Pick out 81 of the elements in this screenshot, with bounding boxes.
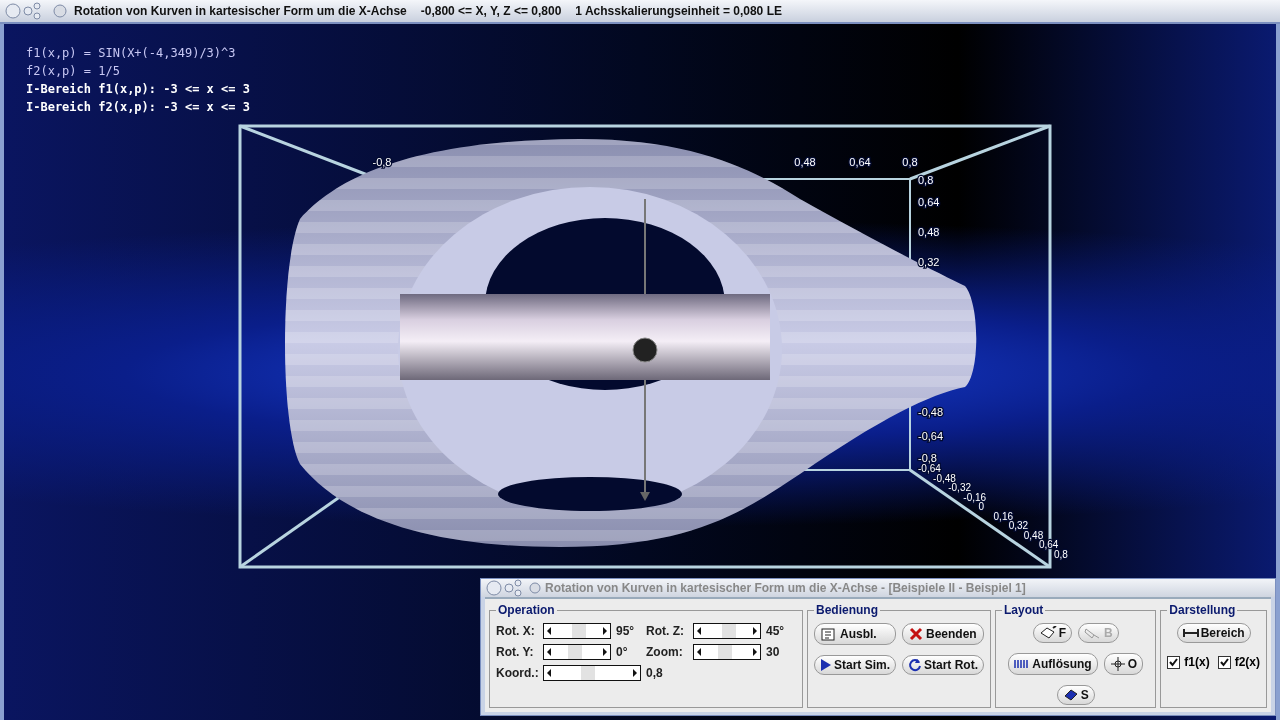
axis-scale-text: 1 Achsskalierungseinheit = 0,080 LE (575, 4, 782, 18)
checkbox[interactable] (1217, 655, 1231, 669)
bars-icon (1014, 659, 1031, 669)
axis-tick-label: 0,64 (849, 156, 871, 168)
axis-tick-label: 0,48 (918, 226, 940, 238)
axis-tick-label: 0,8 (918, 174, 934, 186)
toolbar-button[interactable]: O (1103, 653, 1143, 675)
range-button[interactable]: Bereich (1176, 623, 1251, 643)
slider-track[interactable] (693, 623, 761, 639)
toolbar-button[interactable]: F (1032, 623, 1072, 643)
slider-track[interactable] (543, 644, 611, 660)
group-legend: Layout (1002, 603, 1046, 617)
axis-tick-label: 0,8 (902, 156, 918, 168)
formula-text: f1(x,p) = SIN(X+(-4,349)/3)^3 (26, 46, 237, 60)
width-icon (1182, 628, 1199, 638)
slider-thumb[interactable] (581, 666, 596, 680)
axis-tick-label: 0,32 (918, 256, 940, 268)
toolbar-button[interactable]: Auflösung (1008, 653, 1098, 675)
slider-label: Koord.: (496, 666, 540, 680)
play-icon (820, 658, 832, 672)
toolbar-button[interactable]: S (1056, 685, 1095, 705)
axis-tick-label: -0,48 (918, 406, 944, 418)
right-arrow-icon[interactable] (600, 647, 610, 657)
formula-text: I-Bereich f1(x,p): -3 <= x <= 3 (26, 82, 250, 96)
flashlight-icon (1084, 626, 1102, 640)
axis-tick-label: -0,8 (372, 156, 392, 168)
axis-tick-label: -0,64 (918, 430, 944, 442)
slider-track[interactable] (693, 644, 761, 660)
eraser-icon (1062, 688, 1079, 702)
axis-tick-label: 0,16 (993, 510, 1013, 522)
axis-tick-label: -0,64 (918, 463, 941, 474)
axis-tick-label: 0,48 (1023, 529, 1044, 541)
axis-tick-label: -0,16 (963, 491, 987, 503)
window-controls-icon[interactable] (485, 579, 543, 597)
rotate-icon (908, 658, 922, 672)
axis-range-text: -0,800 <= X, Y, Z <= 0,800 (420, 4, 562, 18)
slider-track[interactable] (543, 665, 641, 681)
group-legend: Operation (496, 603, 557, 617)
close-icon (908, 626, 924, 642)
formula-text: f2(x,p) = 1/5 (26, 64, 121, 78)
slider-value: 0,8 (646, 666, 663, 680)
axis-tick-label: 0 (978, 501, 984, 513)
axis-tick-label: 0,32 (1008, 520, 1029, 532)
slider-label: Rot. Z: (646, 624, 685, 638)
slider-value: 95° (616, 624, 635, 638)
right-arrow-icon[interactable] (600, 626, 610, 636)
group-legend: Bedienung (814, 603, 880, 617)
slider-label: Zoom: (646, 645, 684, 659)
slider-thumb[interactable] (722, 624, 737, 638)
checkbox-label: f2(x) (1234, 655, 1260, 669)
toolbar-button[interactable]: Start Sim. (814, 655, 896, 675)
axis-tick-label: 0,64 (918, 196, 940, 208)
checkbox[interactable] (1167, 655, 1181, 669)
slider-thumb[interactable] (572, 624, 587, 638)
crosshair-icon (1109, 656, 1126, 672)
right-arrow-icon[interactable] (750, 647, 760, 657)
right-arrow-icon[interactable] (630, 668, 640, 678)
slider-thumb[interactable] (717, 645, 732, 659)
checkbox-label: f1(x) (1184, 655, 1210, 669)
toolbar-button[interactable]: Ausbl. (814, 623, 896, 645)
slider-value: 0° (616, 645, 628, 659)
slider-value: 30 (766, 645, 780, 659)
brush-icon (1038, 626, 1057, 640)
axis-tick-label: -0,32 (948, 482, 971, 494)
slider-label: Rot. X: (496, 624, 536, 638)
toolbar-button[interactable]: Start Rot. (902, 655, 984, 675)
axis-tick-label: -0,8 (918, 452, 937, 464)
slider-value: 45° (766, 624, 785, 638)
panel-title: Rotation von Kurven in kartesischer Form um die X-Achse - [Beispiele II - Beispiel 1] (545, 581, 1026, 595)
axis-tick-label: 0,8 (1054, 549, 1068, 560)
window-controls-icon[interactable] (4, 2, 68, 20)
axis-tick-label: -0,48 (933, 472, 956, 484)
slider-thumb[interactable] (567, 645, 582, 659)
right-arrow-icon[interactable] (750, 626, 760, 636)
window-title: Rotation von Kurven in kartesischer Form um die X-Achse (74, 4, 407, 18)
slider-label: Rot. Y: (496, 645, 535, 659)
group-legend: Darstellung (1167, 603, 1238, 617)
toolbar-button[interactable]: Beenden (902, 623, 984, 645)
axis-tick-label: 0,48 (794, 156, 816, 168)
slider-track[interactable] (543, 623, 611, 639)
formula-text: I-Bereich f2(x,p): -3 <= x <= 3 (26, 100, 250, 114)
